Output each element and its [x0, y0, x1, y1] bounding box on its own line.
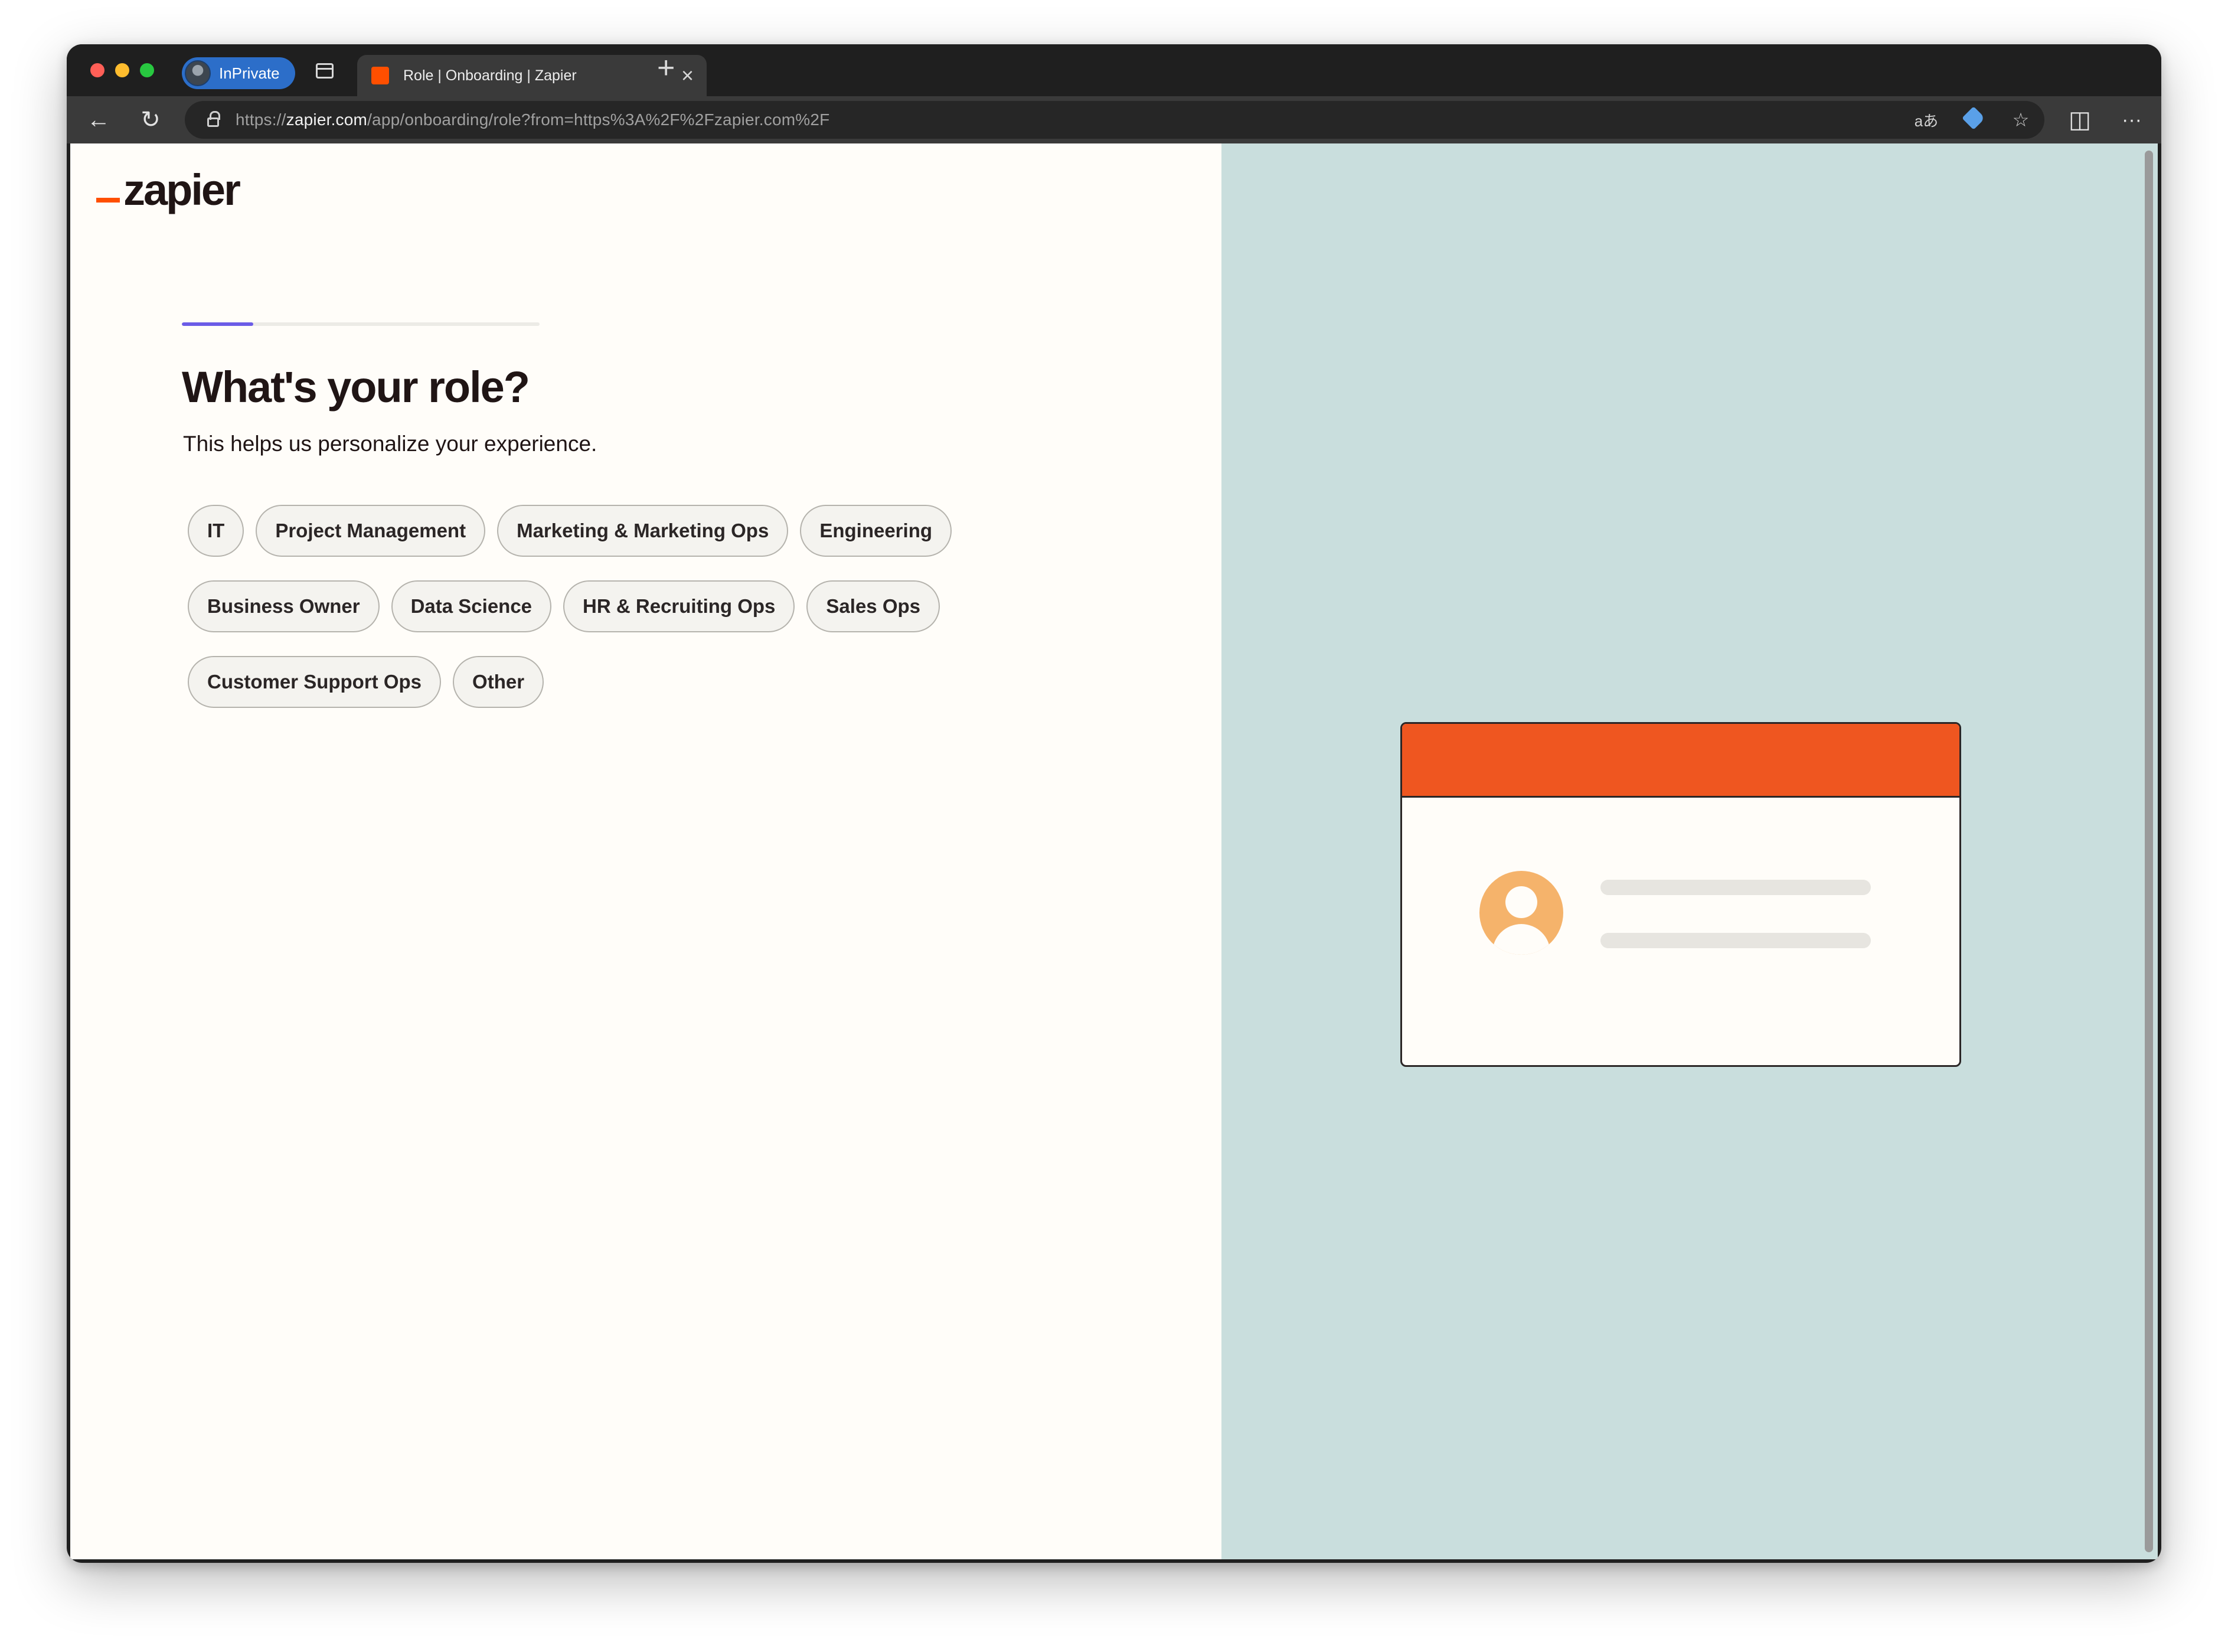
progress-fill: [182, 322, 254, 326]
zapier-logo[interactable]: zapier: [96, 159, 241, 214]
zapier-favicon-icon: [371, 67, 389, 84]
translate-icon[interactable]: aあ: [1903, 109, 1950, 131]
page-viewport: zapier What's your role? This helps us p…: [70, 143, 2158, 1559]
close-window-button[interactable]: [90, 63, 104, 77]
reload-icon[interactable]: ↻: [136, 106, 165, 134]
inprivate-profile-button[interactable]: InPrivate: [182, 57, 295, 89]
browser-toolbar: ← ↻ https://zapier.com/app/onboarding/ro…: [67, 96, 2161, 143]
zoom-window-button[interactable]: [140, 63, 154, 77]
url-path: /app/onboarding/role?from=https%3A%2F%2F…: [367, 110, 830, 129]
role-option-engineering[interactable]: Engineering: [800, 505, 952, 557]
role-option-sales-ops[interactable]: Sales Ops: [806, 580, 940, 632]
tab-active[interactable]: Role | Onboarding | Zapier ×: [357, 55, 707, 96]
card-header-bar: [1402, 724, 1959, 798]
tab-title: Role | Onboarding | Zapier: [403, 67, 577, 84]
role-option-marketing[interactable]: Marketing & Marketing Ops: [497, 505, 789, 557]
address-url[interactable]: https://zapier.com/app/onboarding/role?f…: [236, 110, 829, 129]
illustration-pane: [1221, 143, 2158, 1559]
favorite-star-icon[interactable]: ☆: [1997, 109, 2044, 131]
role-option-business-owner[interactable]: Business Owner: [188, 580, 380, 632]
lock-icon[interactable]: [207, 111, 220, 127]
logo-underscore-mark: [96, 198, 120, 203]
more-menu-icon[interactable]: ···: [2118, 106, 2146, 134]
back-arrow-icon[interactable]: ←: [84, 106, 113, 134]
role-option-data-science[interactable]: Data Science: [391, 580, 552, 632]
page-title: What's your role?: [182, 363, 530, 412]
placeholder-line: [1600, 880, 1871, 895]
minimize-window-button[interactable]: [115, 63, 129, 77]
role-option-hr-recruiting[interactable]: HR & Recruiting Ops: [563, 580, 795, 632]
new-tab-icon[interactable]: +: [657, 53, 675, 83]
onboarding-form-pane: zapier What's your role? This helps us p…: [70, 143, 1221, 1559]
profile-avatar-icon: [185, 60, 211, 86]
url-host: zapier.com: [286, 110, 368, 129]
coupon-tag-icon[interactable]: [1950, 106, 1997, 131]
user-avatar-icon: [1479, 871, 1563, 955]
tab-strip: InPrivate Role | Onboarding | Zapier × +: [67, 44, 2161, 96]
role-options: IT Project Management Marketing & Market…: [188, 505, 1044, 708]
placeholder-line: [1600, 933, 1871, 948]
address-bar-actions: aあ ☆: [1903, 101, 2044, 139]
role-option-other[interactable]: Other: [453, 656, 544, 708]
url-scheme: https://: [236, 110, 286, 129]
role-option-customer-support[interactable]: Customer Support Ops: [188, 656, 442, 708]
role-option-project-management[interactable]: Project Management: [256, 505, 486, 557]
tab-close-icon[interactable]: ×: [681, 65, 694, 86]
vertical-scrollbar[interactable]: [2145, 151, 2153, 1552]
onboarding-progress-bar: [182, 322, 540, 326]
browser-window: InPrivate Role | Onboarding | Zapier × +…: [67, 44, 2161, 1563]
page-subtitle: This helps us personalize your experienc…: [183, 432, 597, 456]
profile-card-illustration: [1400, 722, 1961, 1067]
inprivate-label: InPrivate: [219, 64, 280, 82]
split-screen-icon[interactable]: ◫: [2066, 106, 2094, 134]
address-bar[interactable]: https://zapier.com/app/onboarding/role?f…: [185, 101, 2044, 139]
logo-wordmark: zapier: [123, 165, 241, 214]
tab-actions-icon[interactable]: [316, 63, 334, 79]
role-option-it[interactable]: IT: [188, 505, 244, 557]
